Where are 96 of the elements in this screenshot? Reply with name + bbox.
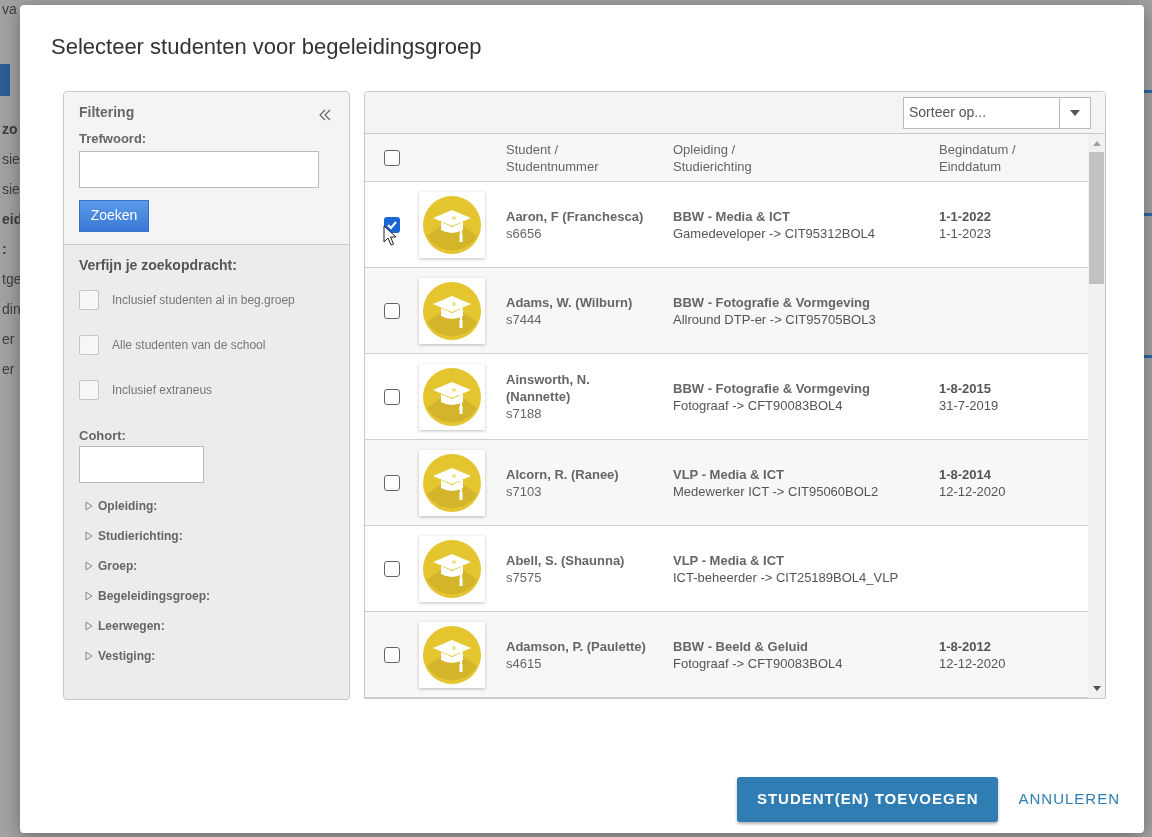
background-text: sie [2, 181, 20, 197]
filter-section[interactable]: Leerwegen: [85, 618, 334, 634]
study-direction: Fotograaf -> CFT90083BOL4 [673, 654, 844, 672]
background-text: din [2, 301, 21, 317]
cancel-button[interactable]: ANNULEREN [1006, 777, 1132, 822]
background-bar [1144, 355, 1152, 358]
program-name: VLP - Media & ICT [673, 465, 785, 483]
background-text: sie [2, 151, 20, 167]
option-label: Inclusief extraneus [112, 381, 213, 399]
avatar-icon [419, 363, 485, 430]
student-row[interactable]: Adamson, P. (Paulette) s4615 BBW - Beeld & Geluid Fotograaf -> CFT90083BOL4 1-8-2012 12-12-2020 [365, 612, 1088, 698]
student-name: Aaron, F (Franchesca) [506, 207, 645, 225]
scroll-thumb[interactable] [1089, 152, 1104, 284]
column-header: Student / Studentnummer [506, 140, 600, 175]
program-name: BBW - Fotografie & Vormgeving [673, 379, 871, 397]
study-direction: Gamedeveloper -> CIT95312BOL4 [673, 224, 876, 242]
column-header: Begindatum / Einddatum [939, 140, 1017, 175]
student-name: Adams, W. (Wilburn) [506, 293, 634, 311]
keyword-field[interactable] [79, 150, 319, 188]
student-number: s7188 [506, 405, 543, 422]
background-text: : [2, 241, 7, 257]
option-checkbox[interactable] [79, 379, 99, 400]
background-text: tge [2, 271, 22, 287]
student-number: s4615 [506, 654, 543, 672]
background-text: er [2, 331, 15, 347]
start-date: 1-8-2012 [939, 637, 993, 655]
end-date: 1-1-2023 [939, 224, 993, 242]
caret-right-icon [85, 621, 93, 631]
option-label: Alle studenten van de school [112, 336, 266, 354]
study-direction: Allround DTP-er -> CIT95705BOL3 [673, 310, 877, 328]
search-button[interactable]: Zoeken [79, 199, 149, 232]
caret-right-icon [85, 531, 93, 541]
background-text: zo [2, 121, 18, 137]
avatar-icon [419, 535, 485, 602]
cohort-field[interactable] [79, 446, 204, 483]
add-students-button[interactable]: STUDENT(EN) TOEVOEGEN [736, 777, 999, 822]
background-text: er [2, 361, 15, 377]
student-number: s7575 [506, 568, 543, 586]
row-checkbox[interactable] [383, 474, 400, 491]
keyword-label: Trefwoord: [79, 130, 148, 148]
background-bar [1144, 213, 1152, 216]
end-date: 12-12-2020 [939, 482, 1007, 500]
avatar-icon [419, 277, 485, 344]
student-number: s6656 [506, 224, 543, 242]
caret-right-icon [85, 561, 93, 571]
row-checkbox[interactable] [383, 388, 400, 405]
filter-section[interactable]: Opleiding: [85, 498, 334, 514]
refine-title: Verfijn je zoekopdracht: [79, 255, 238, 275]
cursor-icon [383, 224, 397, 247]
study-direction: Fotograaf -> CFT90083BOL4 [673, 396, 844, 414]
study-direction: ICT-beheerder -> CIT25189BOL4_VLP [673, 568, 900, 586]
program-name: BBW - Beeld & Geluid [673, 637, 810, 655]
student-name: Adamson, P. (Paulette) [506, 637, 647, 655]
avatar-icon [419, 621, 485, 688]
caret-right-icon [85, 651, 93, 661]
avatar-icon [419, 191, 485, 258]
sort-dropdown[interactable]: Sorteer op... [903, 96, 1091, 129]
option-checkbox[interactable] [79, 289, 99, 310]
caret-down-icon [1070, 109, 1080, 116]
program-name: BBW - Media & ICT [673, 207, 791, 225]
student-number: s7103 [506, 482, 543, 500]
cohort-label: Cohort: [79, 426, 127, 445]
student-name: Ainsworth, N. (Nannette) [506, 371, 591, 405]
row-checkbox[interactable] [383, 646, 400, 663]
background-bar [1144, 90, 1152, 93]
student-name: Alcorn, R. (Ranee) [506, 465, 620, 483]
filter-section[interactable]: Studierichting: [85, 528, 334, 544]
end-date: 31-7-2019 [939, 396, 1000, 414]
avatar-icon [419, 449, 485, 516]
student-row[interactable]: Alcorn, R. (Ranee) s7103 VLP - Media & ICT Medewerker ICT -> CIT95060BOL2 1-8-2014 12-12-2020 [365, 440, 1088, 526]
collapse-icon[interactable] [318, 108, 332, 122]
program-name: BBW - Fotografie & Vormgeving [673, 293, 871, 311]
caret-right-icon [85, 501, 93, 511]
caret-right-icon [85, 591, 93, 601]
student-number: s7444 [506, 310, 543, 328]
row-checkbox[interactable] [383, 560, 400, 577]
student-name: Abell, S. (Shaunna) [506, 551, 626, 569]
filter-section[interactable]: Vestiging: [85, 648, 334, 664]
select-all-checkbox[interactable] [383, 149, 400, 166]
start-date: 1-8-2014 [939, 465, 993, 483]
end-date: 12-12-2020 [939, 654, 1007, 672]
study-direction: Medewerker ICT -> CIT95060BOL2 [673, 482, 880, 500]
dialog-title: Selecteer studenten voor begeleidingsgroep [51, 33, 483, 61]
background-text: va [2, 1, 17, 17]
student-row[interactable]: Adams, W. (Wilburn) s7444 BBW - Fotografie & Vormgeving Allround DTP-er -> CIT95705BOL3 [365, 268, 1088, 354]
scroll-down-icon[interactable] [1092, 686, 1101, 691]
program-name: VLP - Media & ICT [673, 551, 785, 569]
column-header: Opleiding / Studierichting [673, 140, 753, 175]
start-date: 1-1-2022 [939, 207, 993, 225]
filter-title: Filtering [79, 103, 135, 122]
start-date: 1-8-2015 [939, 379, 993, 397]
row-checkbox[interactable] [383, 302, 400, 319]
option-checkbox[interactable] [79, 334, 99, 355]
option-label: Inclusief studenten al in beg.groep [112, 291, 295, 309]
filter-section[interactable]: Begeleidingsgroep: [85, 588, 334, 604]
filter-section[interactable]: Groep: [85, 558, 334, 574]
